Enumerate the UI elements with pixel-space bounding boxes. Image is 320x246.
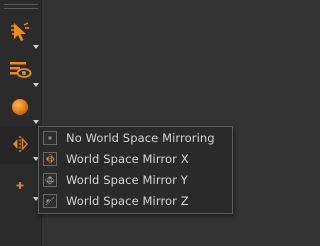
menu-item-mirror-z[interactable]: World Space Mirror Z (39, 191, 232, 212)
menu-item-label: World Space Mirror Y (66, 173, 188, 187)
mirror-y-icon (43, 173, 57, 187)
submenu-indicator (33, 45, 39, 49)
select-arrow-icon (11, 22, 29, 41)
no-mirror-icon (43, 131, 57, 145)
toolbar-grip-line (4, 4, 38, 5)
sphere-tool-button[interactable] (0, 89, 42, 127)
left-toolbar (0, 0, 42, 246)
mirror-z-icon (43, 194, 57, 208)
menu-item-label: No World Space Mirroring (66, 131, 215, 145)
menu-item-no-mirror[interactable]: No World Space Mirroring (39, 128, 232, 149)
mirror-x-icon (13, 136, 28, 152)
toolbar-grip-line (4, 8, 38, 9)
menu-item-mirror-y[interactable]: World Space Mirror Y (39, 170, 232, 191)
mirror-x-icon (43, 152, 57, 166)
viewport-area: No World Space Mirroring World Space Mir… (0, 0, 243, 246)
plus-icon (16, 182, 24, 189)
submenu-indicator (33, 83, 39, 87)
mirror-options-menu: No World Space Mirroring World Space Mir… (38, 126, 233, 214)
menu-item-mirror-x[interactable]: World Space Mirror X (39, 149, 232, 170)
view-options-tool-button[interactable] (0, 52, 42, 90)
menu-item-label: World Space Mirror Z (66, 194, 189, 208)
eye-layers-icon (10, 62, 32, 78)
plus-tool-button[interactable] (0, 166, 42, 204)
select-tool-button[interactable] (0, 14, 42, 52)
menu-item-label: World Space Mirror X (66, 152, 189, 166)
mirror-tool-button[interactable] (0, 126, 42, 164)
submenu-indicator (33, 120, 39, 124)
sphere-icon (12, 99, 28, 115)
